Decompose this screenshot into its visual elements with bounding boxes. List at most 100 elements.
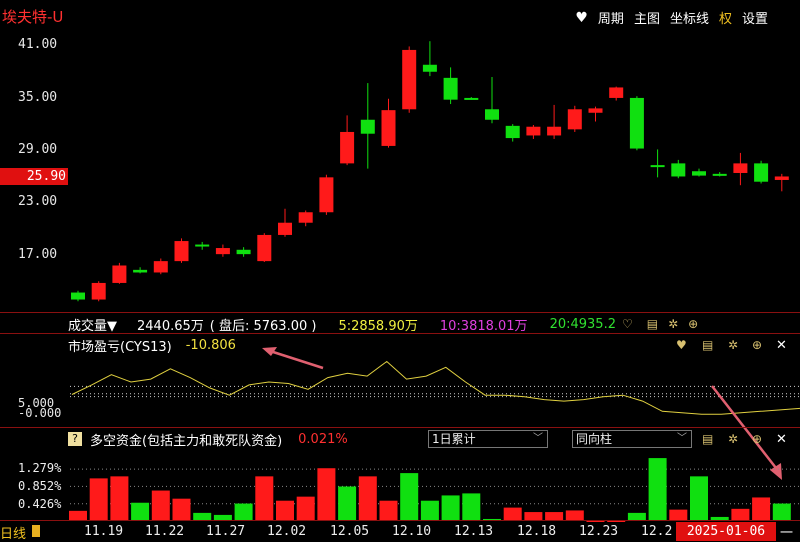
heart-icon[interactable]: ♡ <box>622 317 633 331</box>
zoom-icon[interactable]: ⊕ <box>752 432 762 446</box>
funds-bar <box>358 476 377 521</box>
funds-bar <box>276 500 294 521</box>
close-icon[interactable]: ✕ <box>776 338 787 353</box>
funds-label[interactable]: 多空资金(包括主力和敢死队资金) <box>90 430 282 449</box>
candle-body <box>133 269 148 273</box>
chevron-down-icon: ﹀ <box>533 433 543 444</box>
divider <box>0 427 800 428</box>
date-label: 11.19 <box>84 524 124 539</box>
candle-body <box>278 222 292 235</box>
date-label: 12.18 <box>517 524 557 539</box>
date-label: 12.2 <box>641 524 673 539</box>
funds-bar <box>420 500 439 521</box>
volume-info-bar: 成交量▼ 2440.65万 ( 盘后: 5763.00 ) 5:2858.90万… <box>0 315 800 334</box>
zoom-icon[interactable]: ⊕ <box>688 317 698 331</box>
bar-style-select[interactable]: 同向柱 ﹀ <box>572 430 692 448</box>
candle-body <box>153 261 168 273</box>
funds-bar <box>110 476 129 521</box>
funds-bar <box>151 490 170 521</box>
ma10-value: 10:3818.01万 <box>439 318 528 334</box>
candle-body <box>91 282 106 300</box>
candle-body <box>319 177 334 213</box>
date-label: 12.23 <box>579 524 619 539</box>
close-icon[interactable]: ✕ <box>776 432 787 447</box>
candle-body <box>754 163 769 182</box>
ma20-value: 20:4935.2 <box>549 316 616 332</box>
indicator-info-bar: 市场盈亏(CYS13) -10.806 ♥ ▤ ✲ ⊕ ✕ <box>0 336 800 355</box>
candle-body <box>629 97 644 149</box>
funds-bar <box>503 507 522 521</box>
chart-canvas <box>69 41 800 522</box>
candle-body <box>650 165 665 168</box>
gear-icon[interactable]: ✲ <box>668 317 678 331</box>
gear-icon[interactable]: ✲ <box>728 338 738 352</box>
funds-bar <box>131 502 150 521</box>
indicator-value: -10.806 <box>185 337 236 353</box>
candle-body <box>712 173 727 176</box>
indicator-line <box>71 360 800 415</box>
annotation-arrow-head <box>770 463 782 480</box>
ma5-value: 5:2858.90万 <box>338 318 418 334</box>
help-icon[interactable]: ? <box>68 432 82 446</box>
funds-bar <box>317 468 336 521</box>
candle-body <box>71 292 85 300</box>
candle-body <box>195 244 210 247</box>
candle-body <box>381 110 396 146</box>
candle-body <box>298 212 313 223</box>
funds-bar <box>607 521 626 522</box>
period-tab-daily[interactable]: 日线 <box>0 523 26 542</box>
date-label: 12.13 <box>454 524 494 539</box>
candle-body <box>340 131 355 164</box>
funds-bar <box>89 478 108 521</box>
funds-bar <box>172 498 191 521</box>
chart-panel-icon[interactable]: ▤ <box>702 338 713 352</box>
zoom-icon[interactable]: ⊕ <box>752 338 762 352</box>
date-end-dash: 一 <box>780 526 794 541</box>
indicator-label[interactable]: 市场盈亏(CYS13) <box>68 336 172 355</box>
candle-body <box>236 249 251 255</box>
funds-axis-label: 1.279% <box>18 461 62 475</box>
candle-body <box>174 241 189 262</box>
candle-body <box>671 163 686 177</box>
candle-body <box>360 119 375 134</box>
funds-bar <box>648 458 667 521</box>
funds-bar <box>752 497 771 521</box>
indicator-axis-label: -0.000 <box>18 406 62 420</box>
candle-body <box>609 87 624 98</box>
candle-body <box>112 265 127 283</box>
funds-bar <box>255 476 274 521</box>
date-label: 12.05 <box>330 524 370 539</box>
candle-body <box>692 171 706 176</box>
funds-bar <box>441 495 460 521</box>
accumulate-select-value: 1日累计 <box>432 432 476 446</box>
accumulate-select[interactable]: 1日累计 ﹀ <box>428 430 548 448</box>
funds-bar <box>772 503 791 521</box>
funds-axis-label: 0.852% <box>18 479 62 493</box>
funds-bar <box>234 503 253 521</box>
candle-body <box>567 109 582 130</box>
funds-bar <box>462 493 481 521</box>
candle-body <box>526 126 541 136</box>
volume-label[interactable]: 成交量▼ <box>68 315 117 334</box>
candle-body <box>505 125 520 139</box>
current-date-marker: 2025-01-06 <box>676 522 776 541</box>
gear-icon[interactable]: ✲ <box>728 432 738 446</box>
divider <box>0 312 800 313</box>
funds-axis-label: 0.426% <box>18 497 62 511</box>
candle-body <box>485 109 499 120</box>
funds-bar <box>586 521 605 522</box>
candle-body <box>733 163 748 173</box>
date-label: 12.10 <box>392 524 432 539</box>
date-label: 12.02 <box>267 524 307 539</box>
candle-body <box>215 248 230 255</box>
candle-body <box>774 176 789 180</box>
heart-icon[interactable]: ♥ <box>676 338 687 352</box>
candle-body <box>443 77 458 100</box>
candle-body <box>464 97 479 100</box>
after-hours-label: ( 盘后: 5763.00 ) <box>209 318 317 334</box>
funds-bar <box>338 486 357 521</box>
chart-panel-icon[interactable]: ▤ <box>647 317 658 331</box>
candle-body <box>257 234 272 262</box>
chart-panel-icon[interactable]: ▤ <box>702 432 713 446</box>
bar-style-select-value: 同向柱 <box>576 432 613 446</box>
